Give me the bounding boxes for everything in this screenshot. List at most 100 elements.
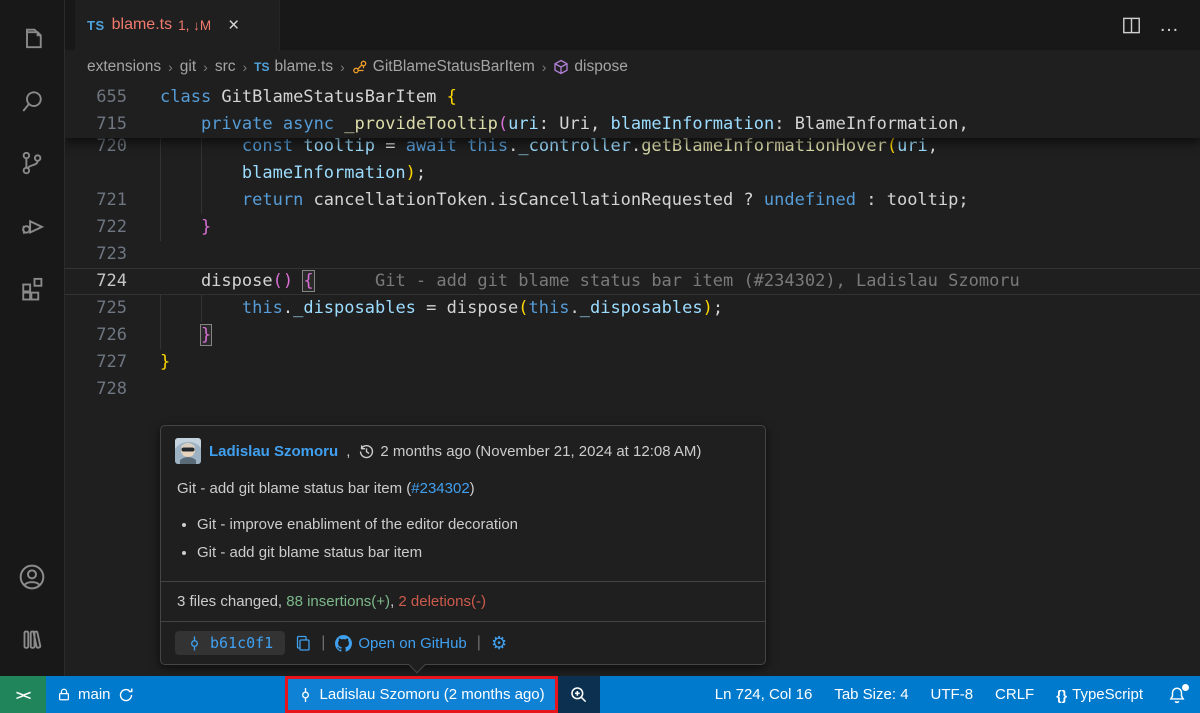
remote-indicator[interactable]: >< <box>0 676 46 713</box>
lock-icon <box>57 687 71 702</box>
code-text: dispose() {Git - add git blame status ba… <box>160 268 1020 295</box>
close-tab-icon[interactable]: × <box>228 16 239 35</box>
code-text: blameInformation); <box>160 160 426 187</box>
source-control-icon[interactable] <box>0 132 65 194</box>
breadcrumb: extensions › git › src › TS blame.ts › G… <box>65 50 1200 84</box>
code-line[interactable]: 655class GitBlameStatusBarItem { <box>65 84 1200 111</box>
code-line[interactable]: 715 private async _provideTooltip(uri: U… <box>65 111 1200 138</box>
chevron-right-icon: › <box>243 59 248 75</box>
tab-bar: TS blame.ts 1, ↓M × … <box>65 0 1200 50</box>
language-mode[interactable]: {} TypeScript <box>1045 676 1154 713</box>
status-bar-spacer <box>600 676 704 713</box>
code-lines: 720 const tooltip = await this._controll… <box>65 133 1200 403</box>
line-number: 715 <box>65 111 160 138</box>
code-text: } <box>160 349 170 376</box>
sync-icon <box>118 687 134 703</box>
line-number <box>65 160 160 187</box>
library-icon[interactable] <box>0 608 65 670</box>
code-line[interactable]: 723 <box>65 241 1200 268</box>
breadcrumb-method[interactable]: dispose <box>553 58 627 76</box>
commit-hash-button[interactable]: b61c0f1 <box>175 631 285 655</box>
code-line[interactable]: 725 this._disposables = dispose(this._di… <box>65 295 1200 322</box>
braces-icon: {} <box>1056 687 1067 703</box>
git-commit-icon <box>187 636 202 651</box>
remote-icon: >< <box>16 687 30 703</box>
chevron-right-icon: › <box>203 59 208 75</box>
breadcrumb-extensions[interactable]: extensions <box>87 58 161 76</box>
line-number: 723 <box>65 241 160 268</box>
breadcrumb-git[interactable]: git <box>180 58 196 76</box>
code-text: this._disposables = dispose(this._dispos… <box>160 295 723 322</box>
code-line[interactable]: 728 <box>65 376 1200 403</box>
search-icon[interactable] <box>0 70 65 132</box>
code-line[interactable]: 727} <box>65 349 1200 376</box>
hover-footer: b61c0f1 | Open on GitHub | ⚙ <box>161 621 765 664</box>
editor-group: TS blame.ts 1, ↓M × … extensions › git ›… <box>65 0 1200 676</box>
sticky-scroll: 655class GitBlameStatusBarItem {715 priv… <box>65 84 1200 138</box>
open-on-github-link[interactable]: Open on GitHub <box>335 635 466 652</box>
copy-icon[interactable] <box>295 635 311 651</box>
chevron-right-icon: › <box>168 59 173 75</box>
commit-description-item: Git - add git blame status bar item <box>197 539 751 567</box>
tab-size[interactable]: Tab Size: 4 <box>823 676 919 713</box>
split-editor-icon[interactable] <box>1122 16 1141 35</box>
line-number: 721 <box>65 187 160 214</box>
commit-description-item: Git - improve enabliment of the editor d… <box>197 511 751 539</box>
code-line[interactable]: 724 dispose() {Git - add git blame statu… <box>65 268 1200 295</box>
editor-actions: … <box>1122 0 1200 50</box>
explorer-icon[interactable] <box>0 8 65 70</box>
breadcrumb-src[interactable]: src <box>215 58 236 76</box>
notifications-bell[interactable] <box>1154 676 1200 713</box>
accounts-icon[interactable] <box>0 546 65 608</box>
avatar <box>175 438 201 464</box>
code-text: return cancellationToken.isCancellationR… <box>160 187 969 214</box>
run-and-debug-icon[interactable] <box>0 194 65 256</box>
hover-header: Ladislau Szomoru, 2 months ago (November… <box>161 426 765 468</box>
git-commit-icon <box>298 687 313 703</box>
breadcrumb-class[interactable]: GitBlameStatusBarItem <box>352 58 535 76</box>
code-line[interactable]: 726 } <box>65 322 1200 349</box>
tab-decorations: 1, ↓M <box>178 18 211 33</box>
issue-link[interactable]: #234302 <box>411 480 469 497</box>
gear-icon[interactable]: ⚙ <box>491 633 507 654</box>
line-number: 722 <box>65 214 160 241</box>
code-line[interactable]: 722 } <box>65 214 1200 241</box>
typescript-file-icon: TS <box>254 60 269 74</box>
code-line[interactable]: 721 return cancellationToken.isCancellat… <box>65 187 1200 214</box>
code-line[interactable]: blameInformation); <box>65 160 1200 187</box>
more-actions-icon[interactable]: … <box>1159 21 1180 29</box>
commit-message: Git - add git blame status bar item (#23… <box>161 468 765 501</box>
author-link[interactable]: Ladislau Szomoru <box>209 443 338 460</box>
commit-description-list: Git - improve enabliment of the editor d… <box>161 501 765 581</box>
symbol-method-icon <box>553 59 569 75</box>
eol-sequence[interactable]: CRLF <box>984 676 1045 713</box>
extensions-icon[interactable] <box>0 256 65 318</box>
line-number: 655 <box>65 84 160 111</box>
git-blame-status-item[interactable]: Ladislau Szomoru (2 months ago) <box>285 676 558 713</box>
activity-bar <box>0 0 65 676</box>
encoding[interactable]: UTF-8 <box>920 676 985 713</box>
typescript-file-icon: TS <box>87 18 105 33</box>
line-number: 725 <box>65 295 160 322</box>
git-blame-hover: Ladislau Szomoru, 2 months ago (November… <box>160 425 766 665</box>
commit-date: 2 months ago (November 21, 2024 at 12:08… <box>358 443 701 460</box>
zoom-in-icon[interactable] <box>558 676 600 713</box>
code-text: private async _provideTooltip(uri: Uri, … <box>160 111 969 138</box>
line-number: 726 <box>65 322 160 349</box>
line-number: 727 <box>65 349 160 376</box>
tab-blame-ts[interactable]: TS blame.ts 1, ↓M × <box>75 0 280 50</box>
diff-stats: 3 files changed, 88 insertions(+), 2 del… <box>161 581 765 621</box>
separator: | <box>477 634 481 652</box>
separator: | <box>321 634 325 652</box>
history-icon <box>358 443 375 460</box>
symbol-class-icon <box>352 59 368 75</box>
github-icon <box>335 635 352 652</box>
code-text: } <box>160 214 211 241</box>
code-text: class GitBlameStatusBarItem { <box>160 84 457 111</box>
status-bar: >< main Ladislau Szomoru (2 months ago) … <box>0 676 1200 713</box>
breadcrumb-file[interactable]: TS blame.ts <box>254 58 333 76</box>
chevron-right-icon: › <box>542 59 547 75</box>
branch-item[interactable]: main <box>46 676 145 713</box>
cursor-position[interactable]: Ln 724, Col 16 <box>704 676 824 713</box>
code-text: } <box>160 322 211 349</box>
